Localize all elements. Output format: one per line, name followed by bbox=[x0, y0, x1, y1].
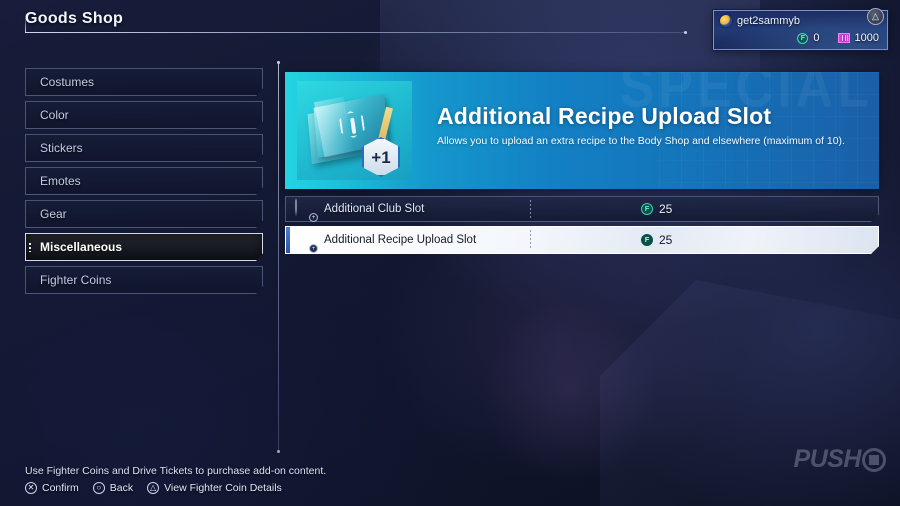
fighter-coin-balance: F 0 bbox=[797, 32, 820, 44]
category-sidebar: Costumes Color Stickers Emotes Gear Misc… bbox=[25, 68, 263, 299]
player-avatar-icon bbox=[720, 15, 732, 27]
fighter-coin-icon: F bbox=[797, 32, 809, 44]
plus-sub-icon: + bbox=[309, 213, 318, 222]
sidebar-item-label: Stickers bbox=[40, 141, 83, 155]
item-price: F 25 bbox=[641, 197, 672, 221]
fighter-coin-icon: F bbox=[641, 234, 653, 246]
drive-ticket-icon bbox=[837, 33, 850, 43]
circle-button-icon: ○ bbox=[92, 482, 105, 494]
selection-marker-icon bbox=[29, 243, 31, 252]
sidebar-item-fighter-coins[interactable]: Fighter Coins bbox=[25, 266, 263, 294]
sidebar-item-label: Fighter Coins bbox=[40, 273, 112, 287]
hint-label: View Fighter Coin Details bbox=[164, 482, 282, 494]
drive-ticket-value: 1000 bbox=[854, 32, 879, 44]
item-price: F 25 bbox=[641, 227, 672, 253]
push-logo-inner-square bbox=[869, 454, 879, 465]
watermark-text: PUSH bbox=[793, 445, 862, 473]
sidebar-item-gear[interactable]: Gear bbox=[25, 200, 263, 228]
sidebar-item-costumes[interactable]: Costumes bbox=[25, 68, 263, 96]
vertical-divider bbox=[277, 61, 280, 453]
button-hints: ✕ Confirm ○ Back △ View Fighter Coin Det… bbox=[25, 482, 326, 494]
push-watermark: PUSH bbox=[794, 445, 886, 474]
sidebar-item-label: Gear bbox=[40, 207, 67, 221]
footer-note: Use Fighter Coins and Drive Tickets to p… bbox=[25, 465, 327, 477]
fighter-coin-icon: F bbox=[641, 203, 653, 215]
currency-row: F 0 1000 bbox=[797, 32, 879, 44]
sidebar-item-emotes[interactable]: Emotes bbox=[25, 167, 263, 195]
sidebar-item-label: Costumes bbox=[40, 75, 95, 89]
hint-confirm[interactable]: ✕ Confirm bbox=[25, 482, 79, 494]
item-name: Additional Club Slot bbox=[324, 203, 425, 215]
recipe-slot-icon: + bbox=[295, 230, 315, 250]
drive-ticket-balance: 1000 bbox=[837, 32, 879, 44]
user-info-panel[interactable]: get2sammyb F 0 1000 △ bbox=[713, 8, 888, 50]
footer: Use Fighter Coins and Drive Tickets to p… bbox=[25, 465, 326, 494]
sidebar-item-color[interactable]: Color bbox=[25, 101, 263, 129]
item-price-value: 25 bbox=[659, 233, 673, 247]
row-separator bbox=[530, 230, 531, 250]
shop-item-list: + Additional Club Slot F 25 + Additional… bbox=[285, 196, 879, 258]
plus-sub-icon: + bbox=[309, 244, 318, 253]
username-label: get2sammyb bbox=[737, 15, 800, 27]
recipe-card-shape bbox=[295, 229, 297, 248]
row-separator bbox=[530, 200, 531, 218]
featured-item-banner: SPECIAL +1 Additional Recipe Upload Slot… bbox=[285, 72, 879, 189]
cross-button-icon: ✕ bbox=[25, 482, 37, 494]
hint-back[interactable]: ○ Back bbox=[92, 482, 134, 494]
push-logo-icon bbox=[862, 447, 886, 472]
hint-label: Confirm bbox=[42, 482, 79, 494]
page-title: Goods Shop bbox=[25, 10, 124, 27]
hint-view-fighter-coin-details[interactable]: △ View Fighter Coin Details bbox=[147, 482, 282, 494]
sidebar-item-label: Color bbox=[40, 108, 69, 122]
recipe-card-plus-one-icon: +1 bbox=[297, 81, 412, 180]
sidebar-item-label: Miscellaneous bbox=[40, 240, 123, 254]
background-glow-center bbox=[480, 300, 660, 480]
banner-description: Allows you to upload an extra recipe to … bbox=[437, 135, 845, 147]
banner-title: Additional Recipe Upload Slot bbox=[437, 103, 772, 129]
triangle-button-icon: △ bbox=[147, 482, 160, 494]
club-badge-shape bbox=[295, 198, 297, 217]
triangle-button-icon[interactable]: △ bbox=[867, 8, 884, 25]
goods-shop-screen: Goods Shop get2sammyb F 0 1000 △ Costume… bbox=[0, 0, 900, 506]
sidebar-item-miscellaneous[interactable]: Miscellaneous bbox=[25, 233, 263, 261]
fighter-coin-value: 0 bbox=[813, 32, 820, 44]
username-row: get2sammyb bbox=[720, 15, 800, 27]
item-name: Additional Recipe Upload Slot bbox=[324, 234, 477, 246]
hint-label: Back bbox=[109, 482, 134, 494]
club-slot-icon: + bbox=[295, 199, 315, 219]
table-row[interactable]: + Additional Recipe Upload Slot F 25 bbox=[285, 226, 879, 254]
page-title-rule bbox=[25, 31, 687, 34]
table-row[interactable]: + Additional Club Slot F 25 bbox=[285, 196, 879, 222]
sidebar-item-label: Emotes bbox=[40, 174, 81, 188]
sidebar-item-stickers[interactable]: Stickers bbox=[25, 134, 263, 162]
item-price-value: 25 bbox=[659, 202, 673, 216]
